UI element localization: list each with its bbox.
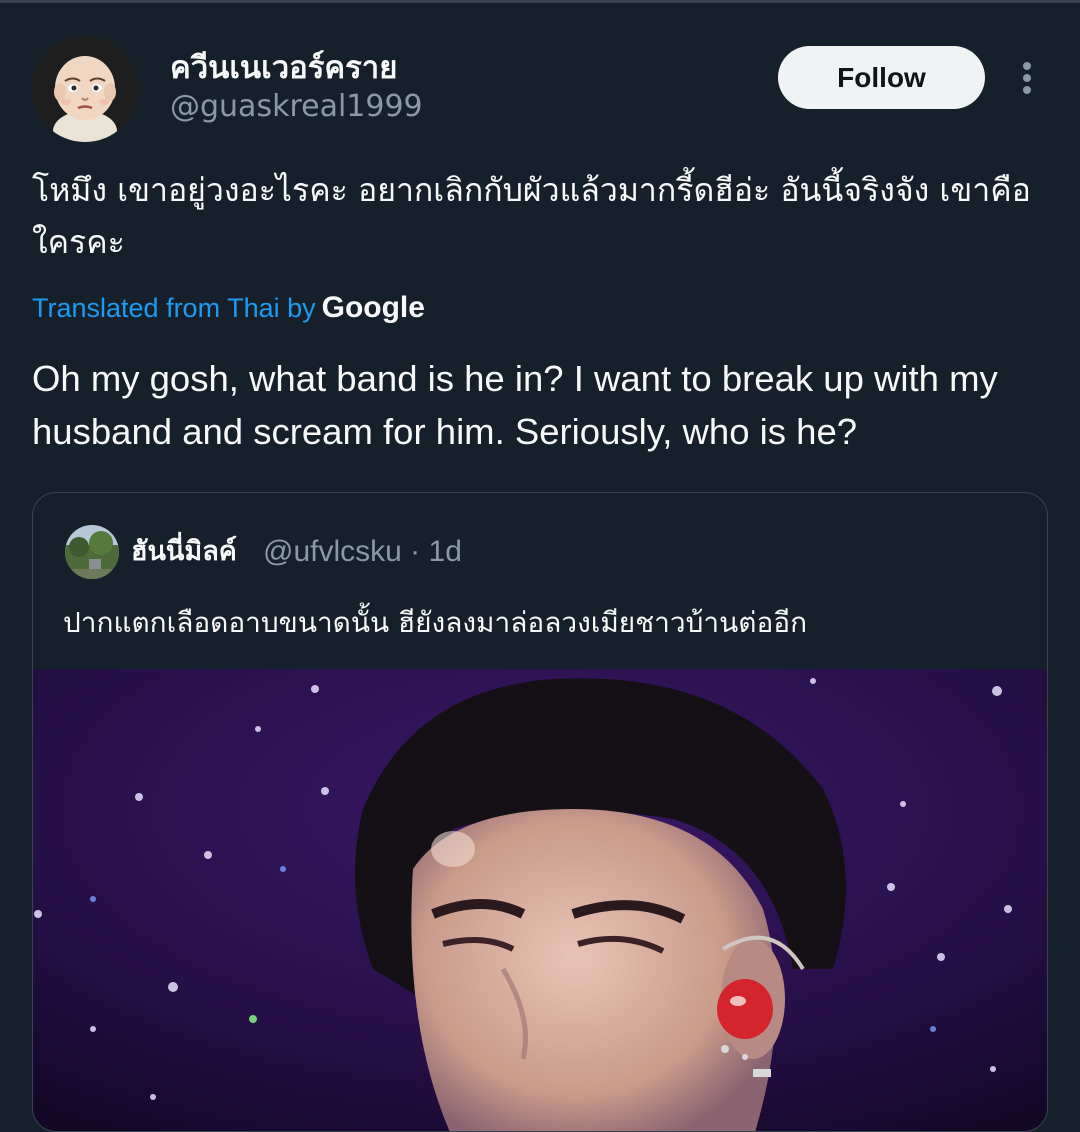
author-avatar[interactable] <box>32 36 138 142</box>
author-display-name[interactable]: ควีนเนเวอร์คราย <box>170 46 397 90</box>
concert-photo <box>33 669 1047 1131</box>
quoted-media-image[interactable] <box>33 669 1047 1131</box>
more-icon-dot <box>1023 62 1031 70</box>
baby-avatar-image <box>32 36 138 142</box>
quoted-author-avatar[interactable] <box>65 525 119 579</box>
tweet-text: โหมึง เขาอยู่วงอะไรคะ อยากเลิกกับผัวแล้ว… <box>32 171 1031 261</box>
translation-attribution[interactable]: Translated from Thai by Google <box>32 288 425 328</box>
translated-from-label: Translated from Thai by <box>32 293 316 323</box>
more-icon-dot <box>1023 74 1031 82</box>
quoted-tweet-card[interactable]: ฮันนี่มิลค์ @ufvlcsku · 1d ปากแตกเลือดอา… <box>32 492 1048 1132</box>
landscape-avatar-image <box>65 525 119 579</box>
more-icon[interactable] <box>1010 58 1044 98</box>
follow-button[interactable]: Follow <box>778 46 985 109</box>
more-icon-dot <box>1023 86 1031 94</box>
meta-separator: · <box>410 535 421 568</box>
quoted-handle[interactable]: @ufvlcsku <box>263 535 402 568</box>
author-handle[interactable]: @guaskreal1999 <box>170 86 423 128</box>
quoted-meta: @ufvlcsku · 1d <box>263 531 462 573</box>
translated-text: Oh my gosh, what band is he in? I want t… <box>32 358 998 452</box>
quoted-tweet-text: ปากแตกเลือดอาบขนาดนั้น ฮียังลงมาล่อลวงเม… <box>63 606 808 639</box>
quoted-display-name[interactable]: ฮันนี่มิลค์ <box>131 531 237 573</box>
quoted-timestamp[interactable]: 1d <box>429 535 462 568</box>
top-divider <box>0 0 1080 3</box>
google-logo: Google <box>321 291 425 324</box>
